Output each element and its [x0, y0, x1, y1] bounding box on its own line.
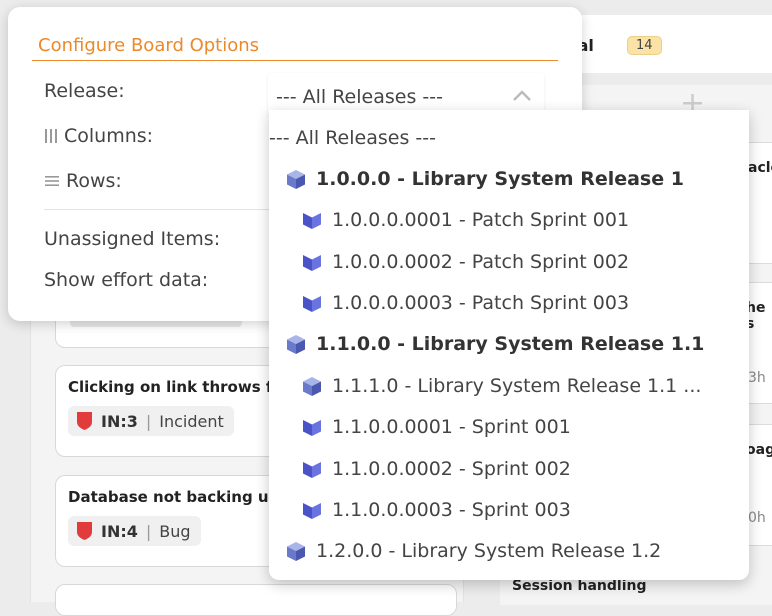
effort-label-text: Show effort data:: [44, 269, 209, 291]
unassigned-items-label: Unassigned Items:: [44, 228, 220, 250]
rows-label: Rows:: [44, 170, 122, 192]
card-separator: |: [145, 411, 152, 431]
sprint-cube-icon: [303, 462, 321, 478]
card-type: Bug: [159, 521, 191, 541]
sprint-cube-icon: [303, 420, 321, 436]
sprint-cube-icon: [303, 296, 321, 312]
board-card[interactable]: [55, 584, 457, 616]
release-cube-icon: [287, 542, 305, 561]
release-cube-icon: [287, 335, 305, 354]
option-release[interactable]: 1.1.1.0 - Library System Release 1.1 ...: [301, 370, 701, 402]
card-id: IN:4: [101, 521, 138, 541]
card-title: Database not backing up: [68, 488, 280, 506]
card-title-fragment: Session handling: [512, 578, 647, 594]
columns-label-text: Columns:: [64, 125, 154, 147]
option-label: 1.1.0.0.0003 - Sprint 003: [332, 499, 571, 521]
show-effort-label: Show effort data:: [44, 269, 208, 291]
card-type: Incident: [159, 411, 224, 431]
option-label: 1.0.0.0 - Library System Release 1: [316, 168, 684, 190]
columns-icon: [45, 129, 57, 143]
card-effort-fragment: 0h: [748, 510, 766, 526]
column-header: tical 14: [555, 15, 772, 73]
unassigned-label-text: Unassigned Items:: [44, 228, 221, 250]
bug-shield-icon: [77, 522, 92, 540]
columns-label: Columns:: [44, 125, 153, 147]
column-count-badge: 14: [627, 36, 662, 55]
option-label: 1.1.0.0.0002 - Sprint 002: [332, 458, 571, 480]
rows-label-text: Rows:: [66, 170, 122, 192]
divider: [44, 209, 284, 210]
sprint-cube-icon: [303, 255, 321, 271]
rows-icon: [45, 176, 59, 186]
option-sprint[interactable]: 1.1.0.0.0001 - Sprint 001: [301, 411, 571, 443]
card-tag: IN:3 | Incident: [68, 406, 234, 436]
option-sprint[interactable]: 1.1.0.0.0003 - Sprint 003: [301, 494, 571, 526]
release-cube-icon: [287, 170, 305, 189]
incident-shield-icon: [77, 412, 92, 430]
option-release[interactable]: 1.0.0.0 - Library System Release 1: [285, 163, 684, 195]
option-label: 1.1.0.0 - Library System Release 1.1: [316, 333, 705, 355]
option-label: 1.0.0.0.0002 - Patch Sprint 002: [332, 251, 630, 273]
option-sprint[interactable]: 1.0.0.0.0002 - Patch Sprint 002: [301, 246, 629, 278]
release-select-value: --- All Releases ---: [276, 86, 443, 108]
card-title: Clicking on link throws f: [68, 378, 273, 396]
option-sprint[interactable]: 1.0.0.0.0001 - Patch Sprint 001: [301, 204, 629, 236]
option-label: 1.1.1.0 - Library System Release 1.1 ...: [332, 375, 702, 397]
card-tag: IN:4 | Bug: [68, 516, 201, 546]
option-label: 1.2.0.0 - Library System Release 1.2: [316, 540, 662, 562]
card-effort-fragment: 3h: [748, 370, 766, 386]
release-label: Release:: [44, 80, 125, 102]
card-title-fragment: oag: [746, 442, 772, 458]
title-underline: [32, 60, 558, 61]
option-label: 1.1.0.0.0001 - Sprint 001: [332, 416, 571, 438]
option-label: --- All Releases ---: [269, 127, 436, 149]
card-separator: |: [145, 521, 152, 541]
option-label: 1.0.0.0.0003 - Patch Sprint 003: [332, 292, 630, 314]
card-id: IN:3: [101, 411, 138, 431]
option-all-releases[interactable]: --- All Releases ---: [269, 122, 436, 154]
option-release[interactable]: 1.1.0.0 - Library System Release 1.1: [285, 328, 704, 360]
card-title-fragment: he s: [746, 300, 766, 332]
release-cube-icon: [303, 377, 321, 396]
chevron-up-icon[interactable]: [512, 88, 532, 102]
sprint-cube-icon: [303, 213, 321, 229]
option-release[interactable]: 1.2.0.0 - Library System Release 1.2: [285, 535, 661, 567]
release-dropdown-list: --- All Releases --- 1.0.0.0 - Library S…: [269, 110, 749, 580]
sprint-cube-icon: [303, 503, 321, 519]
option-sprint[interactable]: 1.1.0.0.0002 - Sprint 002: [301, 453, 571, 485]
panel-title: Configure Board Options: [38, 35, 260, 56]
option-label: 1.0.0.0.0001 - Patch Sprint 001: [332, 209, 630, 231]
option-sprint[interactable]: 1.0.0.0.0003 - Patch Sprint 003: [301, 287, 629, 319]
release-label-text: Release:: [44, 80, 125, 102]
card-title-fragment: acle: [748, 160, 772, 176]
